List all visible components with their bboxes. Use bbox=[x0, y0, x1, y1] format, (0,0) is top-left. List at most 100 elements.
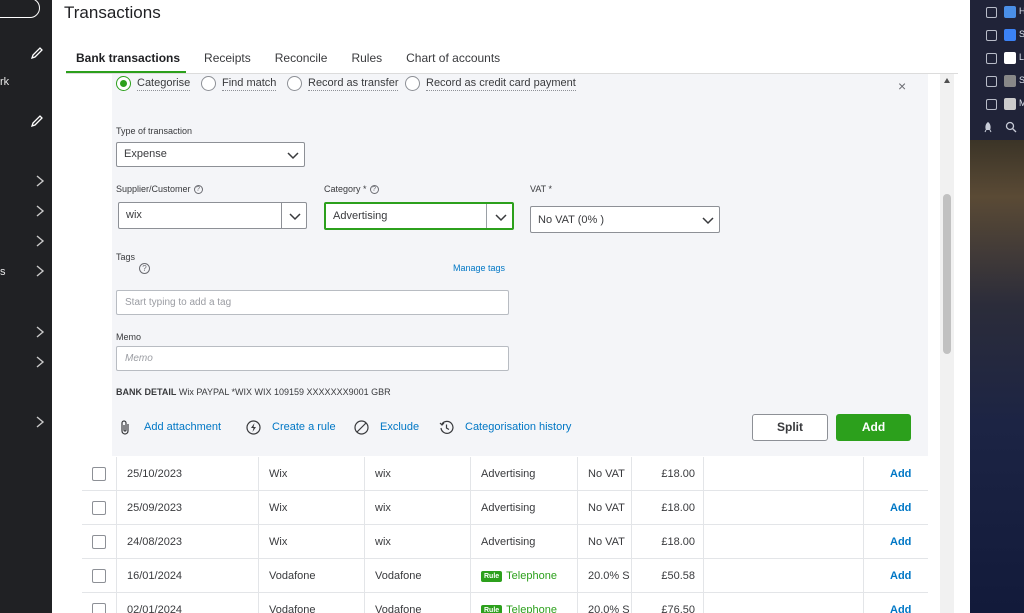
vat-label: VAT * bbox=[530, 184, 553, 194]
rocket-icon[interactable] bbox=[983, 121, 993, 133]
date-cell: 24/08/2023 bbox=[117, 525, 259, 559]
memo-input[interactable]: Memo bbox=[116, 346, 509, 371]
find-match-radio-label[interactable]: Find match bbox=[222, 77, 277, 91]
find-match-radio[interactable] bbox=[201, 76, 216, 91]
supplier-divider bbox=[281, 203, 282, 228]
table-row[interactable]: 02/01/2024 Vodafone Vodafone Rule Telephone 2… bbox=[82, 593, 928, 613]
table-row[interactable]: 25/10/2023 Wix wix Advertising No VAT £18.00 A… bbox=[82, 457, 928, 491]
chevron-right-icon[interactable] bbox=[35, 205, 45, 217]
edit-pencil-icon[interactable] bbox=[30, 46, 44, 60]
vat-cell: No VAT bbox=[578, 457, 632, 491]
chevron-right-icon[interactable] bbox=[35, 416, 45, 428]
bookmark-item[interactable]: H bbox=[986, 6, 1024, 20]
record-credit-card-radio[interactable] bbox=[405, 76, 420, 91]
create-rule-label[interactable]: Create a rule bbox=[272, 421, 336, 433]
split-button[interactable]: Split bbox=[752, 414, 828, 441]
table-row[interactable]: 24/08/2023 Wix wix Advertising No VAT £18.00 A… bbox=[82, 525, 928, 559]
record-credit-card-radio-label[interactable]: Record as credit card payment bbox=[426, 77, 576, 91]
bookmark-item[interactable]: L bbox=[986, 52, 1024, 66]
bank-detail-value: Wix PAYPAL *WIX WIX 109159 XXXXXXX9001 G… bbox=[178, 387, 391, 397]
categorisation-history-label[interactable]: Categorisation history bbox=[465, 421, 571, 433]
create-new-button[interactable] bbox=[0, 0, 40, 18]
description-text: Vodafone bbox=[269, 604, 316, 613]
row-checkbox[interactable] bbox=[92, 535, 106, 549]
chevron-right-icon[interactable] bbox=[35, 356, 45, 368]
vat-text: No VAT bbox=[588, 536, 625, 548]
categorise-radio[interactable] bbox=[116, 76, 131, 91]
tab-bank-transactions[interactable]: Bank transactions bbox=[76, 50, 180, 72]
category-combobox[interactable]: Advertising bbox=[324, 202, 514, 230]
row-add-link[interactable]: Add bbox=[890, 525, 911, 559]
chevron-down-icon bbox=[702, 217, 714, 225]
description-cell: Vodafone bbox=[259, 593, 365, 613]
bookmark-checkbox[interactable] bbox=[986, 7, 997, 18]
row-checkbox[interactable] bbox=[92, 467, 106, 481]
description-text: Wix bbox=[269, 536, 288, 548]
chevron-down-icon[interactable] bbox=[494, 210, 508, 224]
select-cell bbox=[82, 491, 117, 525]
vat-text: 20.0% S bbox=[588, 604, 630, 613]
main-content: Transactions Bank transactions Receipts … bbox=[52, 0, 970, 613]
exclude-label[interactable]: Exclude bbox=[380, 421, 419, 433]
bookmark-checkbox[interactable] bbox=[986, 53, 997, 64]
record-transfer-radio[interactable] bbox=[287, 76, 302, 91]
row-add-link[interactable]: Add bbox=[890, 559, 911, 593]
row-add-link[interactable]: Add bbox=[890, 457, 911, 491]
memo-label: Memo bbox=[116, 332, 142, 342]
row-checkbox[interactable] bbox=[92, 569, 106, 583]
chevron-right-icon[interactable] bbox=[35, 326, 45, 338]
amount-cell: £18.00 bbox=[632, 525, 704, 559]
tab-rules[interactable]: Rules bbox=[351, 50, 382, 72]
row-add-link[interactable]: Add bbox=[890, 491, 911, 525]
payee-text: wix bbox=[375, 502, 391, 514]
table-row[interactable]: 25/09/2023 Wix wix Advertising No VAT £18.00 A… bbox=[82, 491, 928, 525]
amount-text: £18.00 bbox=[661, 468, 695, 480]
record-transfer-radio-label[interactable]: Record as transfer bbox=[308, 77, 399, 91]
tab-receipts[interactable]: Receipts bbox=[204, 50, 251, 72]
chevron-right-icon[interactable] bbox=[35, 265, 45, 277]
row-add-link[interactable]: Add bbox=[890, 593, 911, 613]
supplier-combobox[interactable]: wix bbox=[118, 202, 307, 229]
tags-input[interactable]: Start typing to add a tag bbox=[116, 290, 509, 315]
date-cell: 25/09/2023 bbox=[117, 491, 259, 525]
bookmark-checkbox[interactable] bbox=[986, 99, 997, 110]
amount-cell: £50.58 bbox=[632, 559, 704, 593]
scrollbar-thumb[interactable] bbox=[943, 194, 951, 354]
bookmark-label: L bbox=[1019, 52, 1024, 62]
date-text: 24/08/2023 bbox=[127, 536, 183, 548]
manage-tags-link[interactable]: Manage tags bbox=[453, 263, 505, 273]
bookmark-item[interactable]: M bbox=[986, 98, 1024, 112]
close-icon[interactable]: × bbox=[898, 78, 906, 94]
tab-reconcile[interactable]: Reconcile bbox=[275, 50, 328, 72]
categorise-radio-label[interactable]: Categorise bbox=[137, 77, 191, 91]
rule-badge: Rule bbox=[481, 570, 503, 582]
description-cell: Vodafone bbox=[259, 559, 365, 593]
s-app-icon bbox=[1004, 29, 1016, 41]
chevron-right-icon[interactable] bbox=[35, 235, 45, 247]
add-attachment-label[interactable]: Add attachment bbox=[144, 421, 221, 433]
chevron-down-icon[interactable] bbox=[288, 209, 302, 223]
scrollbar[interactable] bbox=[940, 74, 954, 613]
categorise-panel: Categorise Find match Record as transfer… bbox=[112, 74, 928, 456]
bookmark-checkbox[interactable] bbox=[986, 76, 997, 87]
bookmark-item[interactable]: S bbox=[986, 29, 1024, 43]
help-icon[interactable]: ? bbox=[139, 263, 150, 274]
row-checkbox[interactable] bbox=[92, 501, 106, 515]
help-icon[interactable]: ? bbox=[193, 185, 203, 195]
add-button[interactable]: Add bbox=[836, 414, 911, 441]
help-icon[interactable]: ? bbox=[369, 185, 379, 195]
tab-chart-of-accounts[interactable]: Chart of accounts bbox=[406, 50, 500, 72]
right-side-panel: H S L S M bbox=[970, 0, 1024, 613]
bookmark-checkbox[interactable] bbox=[986, 30, 997, 41]
edit-pencil-icon[interactable] bbox=[30, 114, 44, 128]
search-icon[interactable] bbox=[1005, 121, 1017, 133]
type-of-transaction-select[interactable]: Expense bbox=[116, 142, 305, 167]
scroll-up-arrow[interactable] bbox=[944, 78, 950, 83]
payee-cell: wix bbox=[365, 457, 471, 491]
vat-select[interactable]: No VAT (0% ) bbox=[530, 206, 720, 233]
chevron-right-icon[interactable] bbox=[35, 175, 45, 187]
bank-detail-label: BANK DETAIL bbox=[116, 387, 177, 397]
table-row[interactable]: 16/01/2024 Vodafone Vodafone Rule Telephone 2… bbox=[82, 559, 928, 593]
bookmark-item[interactable]: S bbox=[986, 75, 1024, 89]
row-checkbox[interactable] bbox=[92, 603, 106, 613]
